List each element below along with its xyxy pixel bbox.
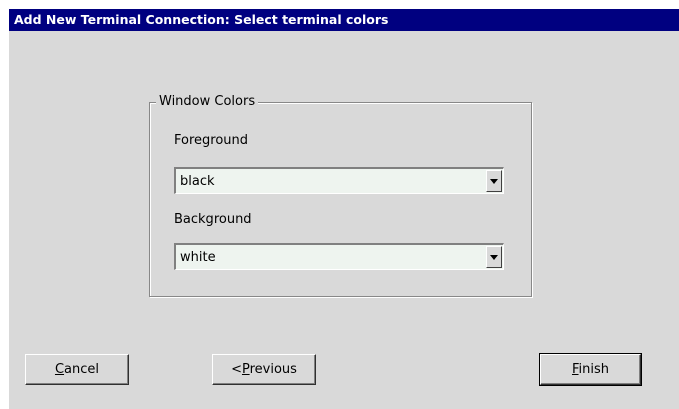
previous-mnemonic: P bbox=[241, 361, 250, 377]
finish-button[interactable]: Finish bbox=[539, 353, 642, 386]
cancel-label-rest: ancel bbox=[64, 361, 100, 377]
cancel-button[interactable]: Cancel bbox=[25, 354, 129, 385]
foreground-value: black bbox=[180, 174, 215, 189]
window-colors-group: Window Colors Foreground black Backgroun… bbox=[149, 94, 532, 297]
window-colors-legend: Window Colors bbox=[156, 94, 259, 110]
foreground-label: Foreground bbox=[174, 133, 249, 148]
previous-button[interactable]: <Previous bbox=[212, 354, 316, 385]
dialog-title: Add New Terminal Connection: Select term… bbox=[14, 12, 389, 27]
previous-prefix: < bbox=[231, 361, 242, 377]
dialog-titlebar[interactable]: Add New Terminal Connection: Select term… bbox=[9, 9, 679, 31]
previous-label-rest: revious bbox=[249, 361, 297, 377]
dialog-window: Add New Terminal Connection: Select term… bbox=[9, 9, 679, 409]
background-value: white bbox=[180, 250, 216, 265]
background-dropdown-arrow-icon[interactable] bbox=[486, 246, 502, 268]
finish-label-rest: inish bbox=[578, 361, 610, 377]
cancel-mnemonic: C bbox=[54, 361, 65, 377]
background-label: Background bbox=[174, 212, 252, 227]
foreground-select[interactable]: black bbox=[174, 167, 504, 194]
background-select[interactable]: white bbox=[174, 243, 504, 270]
foreground-dropdown-arrow-icon[interactable] bbox=[486, 170, 502, 192]
